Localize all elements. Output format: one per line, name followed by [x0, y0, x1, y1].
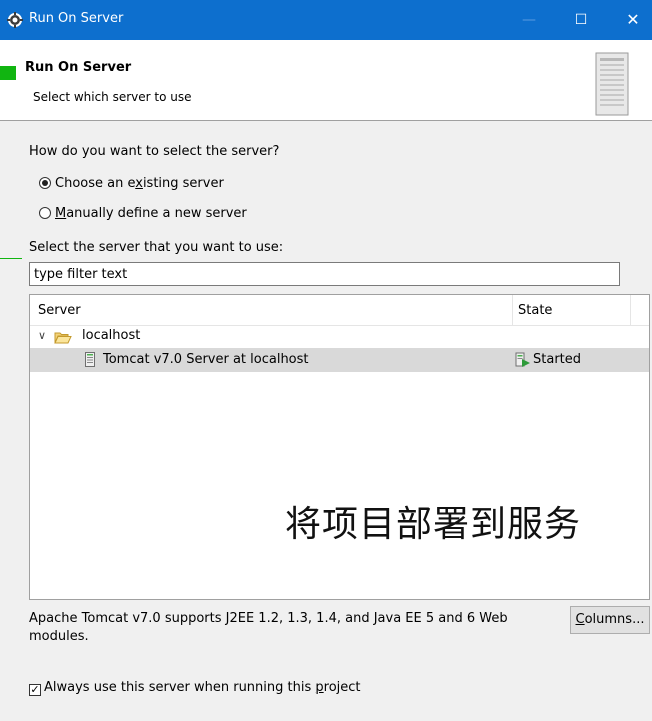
- columns-button[interactable]: Columns...: [570, 606, 650, 634]
- column-header-state[interactable]: State: [518, 303, 552, 318]
- checkbox-checked[interactable]: ✓: [29, 684, 41, 696]
- button-mnemonic: C: [575, 612, 585, 627]
- server-icon: [85, 352, 95, 367]
- banner-subtitle: Select which server to use: [33, 90, 192, 104]
- selection-question: How do you want to select the server?: [29, 144, 280, 159]
- server-name: Tomcat v7.0 Server at localhost: [103, 352, 309, 367]
- banner-accent-marker: [0, 66, 16, 80]
- overlay-caption: 将项目部署到服务: [285, 504, 582, 545]
- server-list-label: Select the server that you want to use:: [29, 240, 284, 255]
- close-button[interactable]: ✕: [610, 0, 652, 40]
- server-description: Apache Tomcat v7.0 supports J2EE 1.2, 1.…: [29, 611, 508, 644]
- gear-icon: [7, 12, 23, 28]
- radio-mnemonic: x: [135, 176, 143, 191]
- column-divider[interactable]: [630, 295, 631, 325]
- side-accent-line: [0, 258, 22, 259]
- server-state: Started: [533, 352, 582, 367]
- radio-label-rest: isting server: [142, 176, 224, 191]
- window-title: Run On Server: [29, 11, 124, 26]
- maximize-button[interactable]: ☐: [558, 0, 604, 40]
- radio-label-rest: anually define a new server: [66, 206, 247, 221]
- manual-server-radio[interactable]: Manually define a new server: [39, 206, 247, 221]
- radio-unselected-indicator[interactable]: [39, 207, 51, 219]
- checkbox-label-rest: roject: [323, 680, 361, 695]
- server-tower-icon: [595, 52, 629, 116]
- checkbox-label: Always use this server when running this: [44, 680, 316, 695]
- banner-title: Run On Server: [25, 60, 132, 75]
- chevron-down-icon[interactable]: ∨: [38, 329, 46, 342]
- column-header-server[interactable]: Server: [38, 303, 81, 318]
- minimize-button[interactable]: —: [506, 0, 552, 40]
- column-divider[interactable]: [512, 295, 513, 325]
- filter-input[interactable]: [29, 262, 620, 286]
- started-status-icon: [515, 352, 530, 367]
- always-use-server-checkbox[interactable]: ✓ Always use this server when running thi…: [29, 680, 361, 696]
- folder-open-icon: [54, 332, 72, 344]
- table-header: Server State: [30, 295, 649, 326]
- server-row[interactable]: Tomcat v7.0 Server at localhost Started: [30, 348, 649, 372]
- existing-server-radio[interactable]: Choose an existing server: [39, 176, 224, 191]
- tree-row-localhost[interactable]: ∨ localhost: [30, 327, 649, 347]
- radio-selected-indicator[interactable]: [39, 177, 51, 189]
- button-label: olumns...: [584, 612, 645, 627]
- tree-label-localhost: localhost: [82, 328, 141, 343]
- radio-label: Choose an e: [55, 176, 136, 191]
- dialog-banner: [0, 40, 652, 121]
- radio-mnemonic: M: [55, 206, 67, 221]
- checkbox-mnemonic: p: [315, 680, 324, 695]
- server-table[interactable]: Server State ∨ localhost Tomcat v7.0 Ser…: [29, 294, 650, 600]
